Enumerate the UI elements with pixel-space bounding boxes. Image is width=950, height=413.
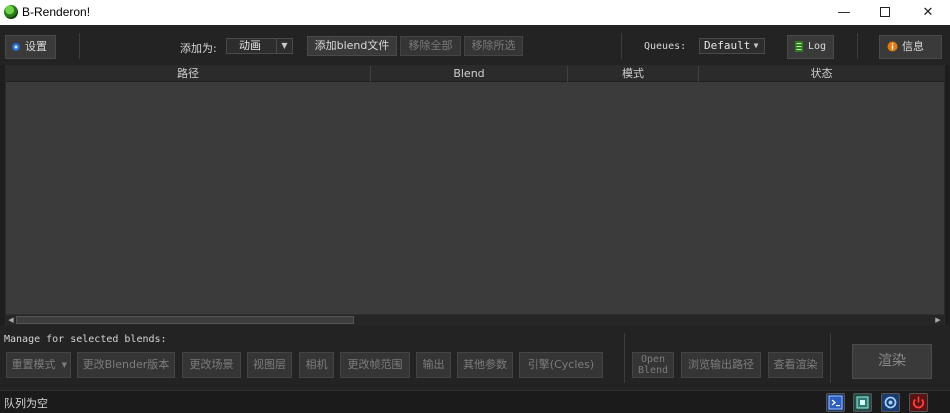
remove-selected-button[interactable]: 移除所选 (464, 36, 523, 56)
chevron-down-icon: ▼ (753, 41, 759, 50)
camera-button[interactable]: 相机 (299, 352, 334, 378)
queues-value: Default (704, 39, 751, 52)
close-button[interactable]: ✕ (906, 0, 950, 25)
other-params-button[interactable]: 其他参数 (457, 352, 513, 378)
log-icon (795, 41, 803, 52)
scroll-left-icon[interactable]: ◀ (6, 315, 16, 325)
settings-button[interactable]: 设置 (5, 35, 56, 59)
view-layer-button[interactable]: 视图层 (247, 352, 292, 378)
table-header: 路径 Blend 模式 状态 (6, 66, 944, 82)
reset-mode-button[interactable]: 重置模式 ▼ (6, 352, 71, 378)
info-button[interactable]: 信息 (879, 35, 942, 59)
power-icon[interactable] (909, 393, 928, 412)
render-button[interactable]: 渲染 (852, 344, 932, 379)
panel-divider (624, 333, 625, 383)
queue-table[interactable]: 路径 Blend 模式 状态 ◀ ▶ (5, 65, 945, 325)
change-frame-range-button[interactable]: 更改帧范围 (340, 352, 410, 378)
window-title: B-Renderon! (22, 5, 91, 19)
queue-status-text: 队列为空 (4, 397, 48, 410)
column-header-path[interactable]: 路径 (6, 66, 371, 82)
open-blend-line2: Blend (637, 365, 669, 376)
panel-divider (830, 333, 831, 383)
app-logo-icon (4, 5, 18, 19)
settings-label: 设置 (25, 40, 47, 53)
manage-label: Manage for selected blends: (4, 334, 167, 345)
add-blend-button[interactable]: 添加blend文件 (307, 36, 397, 56)
column-header-blend[interactable]: Blend (371, 66, 568, 82)
change-scene-button[interactable]: 更改场景 (182, 352, 241, 378)
add-as-label: 添加为: (180, 42, 217, 55)
chevron-down-icon: ▼ (276, 39, 292, 53)
title-bar: B-Renderon! — ✕ (0, 0, 950, 25)
terminal-icon[interactable] (826, 393, 845, 412)
add-as-select[interactable]: 动画 ▼ (226, 38, 293, 54)
engine-button[interactable]: 引擎(Cycles) (519, 352, 603, 378)
refresh-icon[interactable] (881, 393, 900, 412)
column-header-mode[interactable]: 模式 (568, 66, 699, 82)
open-blend-button[interactable]: Open Blend (632, 352, 674, 378)
sync-icon (884, 396, 897, 409)
queues-select[interactable]: Default ▼ (699, 38, 765, 54)
log-label: Log (808, 41, 827, 52)
scroll-right-icon[interactable]: ▶ (933, 315, 943, 325)
remove-all-button[interactable]: 移除全部 (400, 36, 461, 56)
chevron-down-icon: ▼ (61, 361, 67, 369)
column-header-status[interactable]: 状态 (699, 66, 944, 82)
maximize-icon (880, 6, 890, 17)
open-blend-line1: Open (640, 354, 666, 365)
shutdown-icon (912, 396, 925, 409)
terminal-glyph-icon (828, 395, 843, 410)
info-label: 信息 (902, 40, 924, 53)
selected-blends-panel: Manage for selected blends: 重置模式 ▼ 更改Ble… (0, 325, 950, 390)
output-button[interactable]: 输出 (416, 352, 451, 378)
toolbar-divider (857, 33, 858, 59)
package-icon[interactable] (853, 393, 872, 412)
change-blender-version-button[interactable]: 更改Blender版本 (77, 352, 175, 378)
toolbar: 设置 添加为: 动画 ▼ 添加blend文件 移除全部 移除所选 Queues:… (0, 25, 950, 65)
reset-mode-label: 重置模式 (11, 358, 56, 371)
cube-icon (856, 396, 869, 409)
toolbar-divider (621, 33, 622, 59)
log-button[interactable]: Log (787, 35, 834, 59)
info-icon (887, 41, 898, 52)
minimize-button[interactable]: — (822, 0, 866, 25)
view-render-button[interactable]: 查看渲染 (768, 352, 823, 378)
status-bar: 队列为空 (0, 390, 950, 413)
queues-label: Queues: (644, 41, 687, 52)
toolbar-divider (79, 33, 80, 59)
browse-output-path-button[interactable]: 浏览输出路径 (681, 352, 761, 378)
scrollbar-thumb[interactable] (16, 316, 354, 324)
add-as-value: 动画 (239, 39, 261, 52)
gear-icon (12, 43, 20, 51)
maximize-button[interactable] (863, 0, 907, 25)
horizontal-scrollbar[interactable]: ◀ ▶ (6, 314, 944, 325)
